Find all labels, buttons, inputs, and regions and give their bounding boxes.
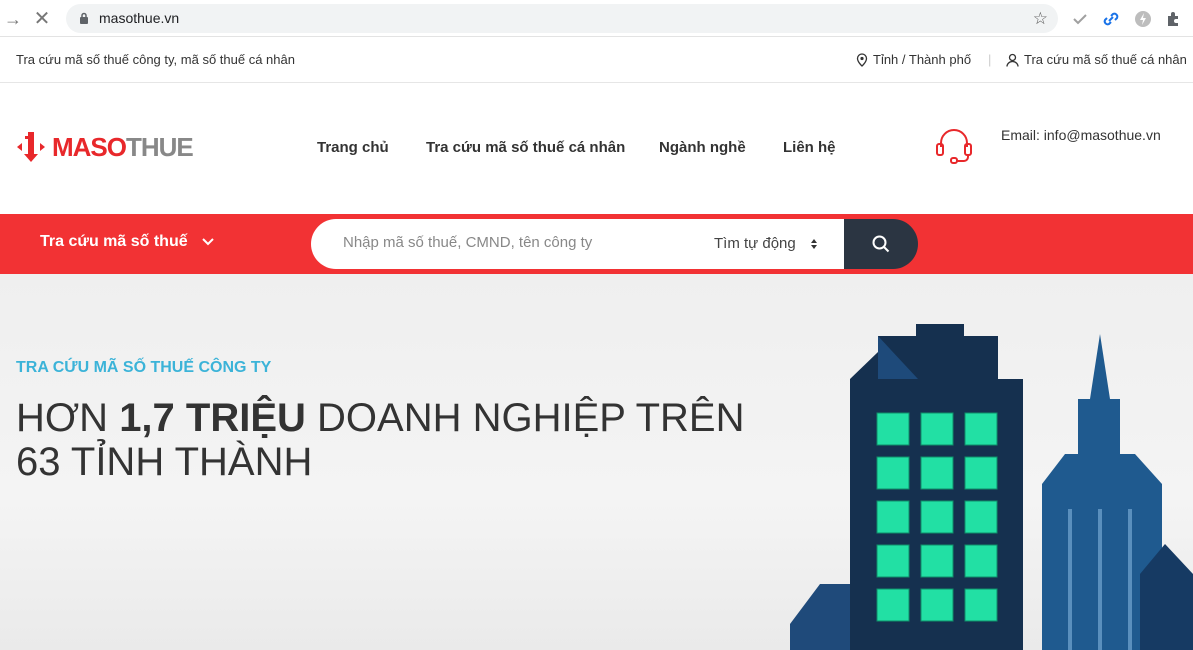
forward-arrow-icon[interactable]: → bbox=[2, 8, 24, 30]
hero-title: HƠN 1,7 TRIỆU DOANH NGHIỆP TRÊN 63 TỈNH … bbox=[16, 396, 816, 484]
search-type-label: Tra cứu mã số thuế bbox=[40, 233, 188, 250]
logo-wordmark: MASOTHUE bbox=[52, 131, 194, 163]
site-logo[interactable]: MASOTHUE bbox=[14, 127, 194, 167]
address-url[interactable]: masothue.vn bbox=[99, 10, 179, 26]
search-bar: Tra cứu mã số thuế Tìm tự động bbox=[0, 214, 1193, 274]
top-utility-bar: Tra cứu mã số thuế công ty, mã số thuế c… bbox=[0, 37, 1193, 83]
personal-tax-label: Tra cứu mã số thuế cá nhân bbox=[1024, 52, 1187, 67]
search-input[interactable] bbox=[343, 234, 693, 251]
search-icon bbox=[872, 235, 890, 253]
search-mode-label: Tìm tự động bbox=[714, 235, 796, 252]
hero-title-line1: HƠN 1,7 TRIỆU DOANH NGHIỆP TRÊN bbox=[16, 396, 816, 440]
lightning-extension-icon[interactable] bbox=[1133, 9, 1153, 29]
personal-tax-link[interactable]: Tra cứu mã số thuế cá nhân bbox=[1006, 52, 1187, 67]
lock-icon bbox=[80, 12, 88, 24]
user-icon bbox=[1006, 53, 1019, 67]
contact-email[interactable]: Email: info@masothue.vn bbox=[1001, 127, 1161, 143]
search-mode-select[interactable]: Tìm tự động bbox=[714, 235, 818, 252]
city-buildings-illustration bbox=[790, 324, 1193, 650]
search-field-container: Tìm tự động bbox=[311, 219, 845, 269]
nav-industries[interactable]: Ngành nghề bbox=[659, 139, 746, 156]
puzzle-extensions-icon[interactable] bbox=[1164, 9, 1184, 29]
stop-loading-icon[interactable]: ✕ bbox=[31, 8, 53, 30]
search-button[interactable] bbox=[844, 219, 918, 269]
browser-toolbar: → ✕ masothue.vn ☆ bbox=[0, 0, 1193, 37]
search-type-dropdown[interactable]: Tra cứu mã số thuế bbox=[40, 233, 214, 251]
hero-subtitle: TRA CỨU MÃ SỐ THUẾ CÔNG TY bbox=[16, 359, 272, 376]
map-pin-icon bbox=[856, 52, 868, 67]
check-extension-icon[interactable] bbox=[1070, 9, 1090, 29]
bookmark-star-icon[interactable]: ☆ bbox=[1033, 9, 1048, 29]
site-tagline: Tra cứu mã số thuế công ty, mã số thuế c… bbox=[16, 52, 295, 67]
logo-maso: MASO bbox=[52, 131, 127, 162]
topbar-divider: | bbox=[988, 52, 992, 67]
hero-title-suffix: DOANH NGHIỆP TRÊN bbox=[305, 396, 745, 440]
nav-contact[interactable]: Liên hệ bbox=[783, 139, 836, 156]
hero-title-prefix: HƠN bbox=[16, 396, 120, 440]
site-header: MASOTHUE Trang chủ Tra cứu mã số thuế cá… bbox=[0, 83, 1193, 214]
select-arrows-icon bbox=[810, 238, 817, 249]
link-extension-icon[interactable] bbox=[1101, 9, 1121, 29]
logo-thue: THUE bbox=[126, 131, 194, 162]
address-bar[interactable]: masothue.vn ☆ bbox=[66, 4, 1058, 33]
hero-title-line2: 63 TỈNH THÀNH bbox=[16, 440, 313, 484]
province-label: Tỉnh / Thành phố bbox=[873, 52, 972, 67]
nav-home[interactable]: Trang chủ bbox=[317, 139, 389, 156]
logo-arrows-icon bbox=[17, 132, 45, 162]
nav-personal-tax[interactable]: Tra cứu mã số thuế cá nhân bbox=[426, 139, 625, 156]
province-link[interactable]: Tỉnh / Thành phố bbox=[856, 52, 971, 67]
hero-banner: TRA CỨU MÃ SỐ THUẾ CÔNG TY HƠN 1,7 TRIỆU… bbox=[0, 274, 1193, 650]
chevron-down-icon bbox=[201, 238, 214, 246]
hero-title-highlight: 1,7 TRIỆU bbox=[119, 396, 306, 440]
headset-support-icon bbox=[936, 129, 972, 164]
